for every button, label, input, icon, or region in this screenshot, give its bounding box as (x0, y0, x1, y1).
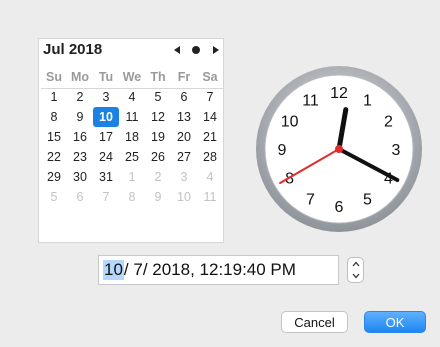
calendar-day[interactable]: 10 (171, 187, 197, 207)
clock-numeral: 7 (306, 191, 315, 208)
calendar-day[interactable]: 31 (93, 167, 119, 187)
calendar-day[interactable]: 16 (67, 127, 93, 147)
calendar-day[interactable]: 9 (67, 107, 93, 127)
calendar-day[interactable]: 5 (41, 187, 67, 207)
calendar-day[interactable]: 11 (197, 187, 223, 207)
calendar-day[interactable]: 17 (93, 127, 119, 147)
calendar-day[interactable]: 5 (145, 87, 171, 107)
calendar-day[interactable]: 6 (171, 87, 197, 107)
calendar-day[interactable]: 15 (41, 127, 67, 147)
calendar-day[interactable]: 9 (145, 187, 171, 207)
calendar-day[interactable]: 4 (197, 167, 223, 187)
calendar-day[interactable]: 12 (145, 107, 171, 127)
calendar: Jul 2018 Su Mo Tu We Th Fr Sa 1 2 3 4 5 6 7 8 9 10 11 12 13… (38, 38, 224, 243)
calendar-day[interactable]: 25 (119, 147, 145, 167)
calendar-day[interactable]: 18 (119, 127, 145, 147)
clock-numeral: 1 (363, 93, 372, 110)
calendar-day[interactable]: 19 (145, 127, 171, 147)
calendar-day[interactable]: 23 (67, 147, 93, 167)
date-time-rest[interactable]: / 7/ 2018, 12:19:40 PM (124, 260, 296, 280)
clock-center-cap (335, 145, 343, 153)
next-month-button[interactable] (209, 43, 223, 57)
clock-numeral: 2 (384, 114, 393, 131)
clock-numeral: 3 (392, 142, 401, 159)
chevron-up-icon (352, 261, 359, 267)
weekday-header: Su (46, 70, 62, 84)
weekday-header: Fr (177, 70, 191, 84)
clock-numeral: 9 (278, 142, 287, 159)
weekday-header: Tu (98, 70, 114, 84)
calendar-day[interactable]: 4 (119, 87, 145, 107)
clock-numeral: 10 (281, 114, 299, 131)
calendar-day[interactable]: 26 (145, 147, 171, 167)
calendar-day[interactable]: 27 (171, 147, 197, 167)
clock-numeral: 12 (330, 85, 348, 102)
calendar-grid: Su Mo Tu We Th Fr Sa 1 2 3 4 5 6 7 8 9 10 11 12 13 14 15 16 17 1… (41, 67, 223, 207)
dot-icon (192, 46, 200, 54)
triangle-right-icon (213, 46, 219, 54)
weekday-header: Th (150, 70, 166, 84)
weekday-header: We (122, 70, 142, 84)
cancel-button[interactable]: Cancel (281, 311, 348, 333)
calendar-day[interactable]: 24 (93, 147, 119, 167)
calendar-day[interactable]: 11 (119, 107, 145, 127)
calendar-day[interactable]: 13 (171, 107, 197, 127)
clock-numeral: 11 (302, 93, 319, 110)
calendar-day[interactable]: 3 (171, 167, 197, 187)
calendar-day[interactable]: 30 (67, 167, 93, 187)
calendar-day[interactable]: 7 (197, 87, 223, 107)
calendar-day[interactable]: 2 (67, 87, 93, 107)
analog-clock[interactable]: 12 1234567891011 (254, 64, 424, 234)
weekday-header: Mo (70, 70, 90, 84)
calendar-day[interactable]: 22 (41, 147, 67, 167)
calendar-day[interactable]: 8 (119, 187, 145, 207)
calendar-day[interactable]: 1 (119, 167, 145, 187)
month-segment[interactable]: 10 (103, 260, 124, 280)
previous-month-button[interactable] (170, 43, 184, 57)
calendar-day[interactable]: 29 (41, 167, 67, 187)
calendar-day[interactable]: 7 (93, 187, 119, 207)
date-time-stepper[interactable] (347, 257, 364, 283)
calendar-day[interactable]: 3 (93, 87, 119, 107)
date-time-picker-dialog: Jul 2018 Su Mo Tu We Th Fr Sa 1 2 3 4 5 6 7 8 9 10 11 12 13… (0, 0, 440, 347)
calendar-day[interactable]: 6 (67, 187, 93, 207)
calendar-day[interactable]: 1 (41, 87, 67, 107)
calendar-day[interactable]: 21 (197, 127, 223, 147)
ok-button[interactable]: OK (364, 311, 426, 333)
calendar-day[interactable]: 8 (41, 107, 67, 127)
calendar-day[interactable]: 2 (145, 167, 171, 187)
stepper-up[interactable] (348, 258, 363, 270)
stepper-down[interactable] (348, 270, 363, 282)
today-button[interactable] (189, 43, 203, 57)
calendar-day[interactable]: 20 (171, 127, 197, 147)
chevron-down-icon (352, 273, 359, 279)
triangle-left-icon (174, 46, 180, 54)
selected-day[interactable]: 10 (93, 107, 119, 127)
calendar-day[interactable]: 28 (197, 147, 223, 167)
month-title: Jul 2018 (43, 41, 103, 58)
clock-numeral: 5 (363, 191, 372, 208)
clock-numeral: 6 (335, 199, 344, 216)
calendar-day[interactable]: 14 (197, 107, 223, 127)
calendar-header: Jul 2018 (39, 39, 225, 63)
weekday-header: Sa (202, 70, 218, 84)
date-time-field[interactable]: 10/ 7/ 2018, 12:19:40 PM (98, 255, 339, 285)
